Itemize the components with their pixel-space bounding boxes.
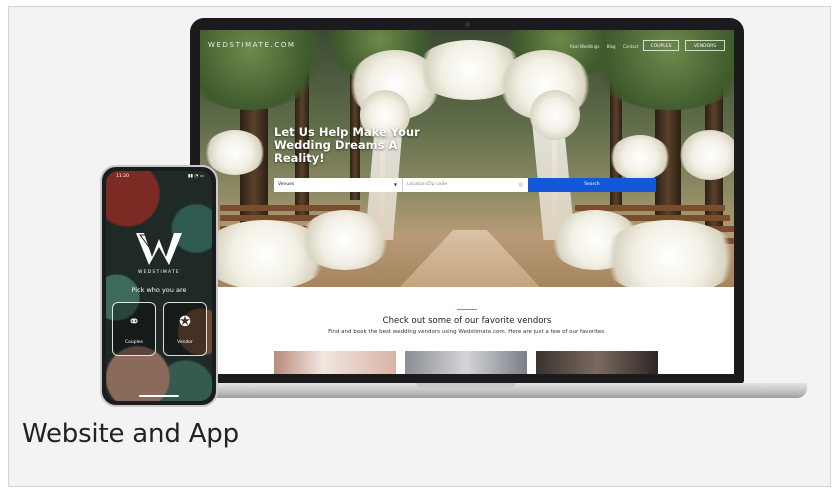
couples-choice-card[interactable]: ⚭ Couples xyxy=(112,302,156,356)
laptop-screen: WEDSTIMATE.COM Real Weddings Blog Contac… xyxy=(200,30,734,374)
laptop-device: WEDSTIMATE.COM Real Weddings Blog Contac… xyxy=(190,18,744,384)
nav-link-blog[interactable]: Blog xyxy=(607,44,616,49)
status-bar: 11:20 ▮▮ ◔ ▭ xyxy=(106,171,212,183)
camera-dot xyxy=(465,22,470,27)
favorites-title: Check out some of our favorite vendors xyxy=(382,316,552,326)
phone-screen: 11:20 ▮▮ ◔ ▭ WEDSTIMATE Pick who you are… xyxy=(106,171,212,401)
search-bar: Venues ▼ Location/Zip code ◎ Search xyxy=(274,178,656,192)
couples-button[interactable]: COUPLES xyxy=(643,40,679,51)
laptop-notch xyxy=(416,383,516,388)
status-time: 11:20 xyxy=(116,174,129,179)
award-ribbon-icon: ✪ xyxy=(179,314,191,330)
search-button[interactable]: Search xyxy=(528,178,656,192)
phone-device: 11:20 ▮▮ ◔ ▭ WEDSTIMATE Pick who you are… xyxy=(100,165,218,407)
vendor-card-image[interactable] xyxy=(405,351,527,374)
venue-select-value: Venues xyxy=(278,182,295,187)
pick-prompt: Pick who you are xyxy=(131,286,187,294)
location-pin-icon: ◎ xyxy=(518,182,523,188)
favorites-subtitle: Find and book the best wedding vendors u… xyxy=(328,329,606,335)
home-indicator xyxy=(139,395,179,397)
showcase-caption: Website and App xyxy=(22,419,239,449)
vendor-card-image[interactable] xyxy=(274,351,396,374)
site-logo[interactable]: WEDSTIMATE.COM xyxy=(208,41,296,49)
favorites-section: Check out some of our favorite vendors F… xyxy=(200,287,734,374)
vendor-choice-label: Vendor xyxy=(177,340,193,345)
location-input[interactable]: Location/Zip code ◎ xyxy=(402,178,528,192)
venue-select[interactable]: Venues ▼ xyxy=(274,178,402,192)
nav-links: Real Weddings Blog Contact xyxy=(570,44,644,49)
section-divider xyxy=(457,309,477,310)
vendors-button[interactable]: VENDORS xyxy=(685,40,725,51)
location-placeholder: Location/Zip code xyxy=(407,182,448,187)
status-icons: ▮▮ ◔ ▭ xyxy=(188,174,204,179)
site-navbar: WEDSTIMATE.COM Real Weddings Blog Contac… xyxy=(200,30,734,60)
wedstimate-logo-icon xyxy=(136,233,182,265)
hero-section: WEDSTIMATE.COM Real Weddings Blog Contac… xyxy=(200,30,734,287)
chevron-down-icon: ▼ xyxy=(393,182,397,187)
couples-choice-label: Couples xyxy=(125,340,143,345)
hero-headline: Let Us Help Make Your Wedding Dreams A R… xyxy=(274,125,420,165)
nav-link-contact[interactable]: Contact xyxy=(623,44,639,49)
rings-icon: ⚭ xyxy=(128,314,140,330)
app-name: WEDSTIMATE xyxy=(138,270,180,275)
vendor-card-image[interactable] xyxy=(536,351,658,374)
nav-link-real-weddings[interactable]: Real Weddings xyxy=(570,44,599,49)
vendor-choice-card[interactable]: ✪ Vendor xyxy=(163,302,207,356)
